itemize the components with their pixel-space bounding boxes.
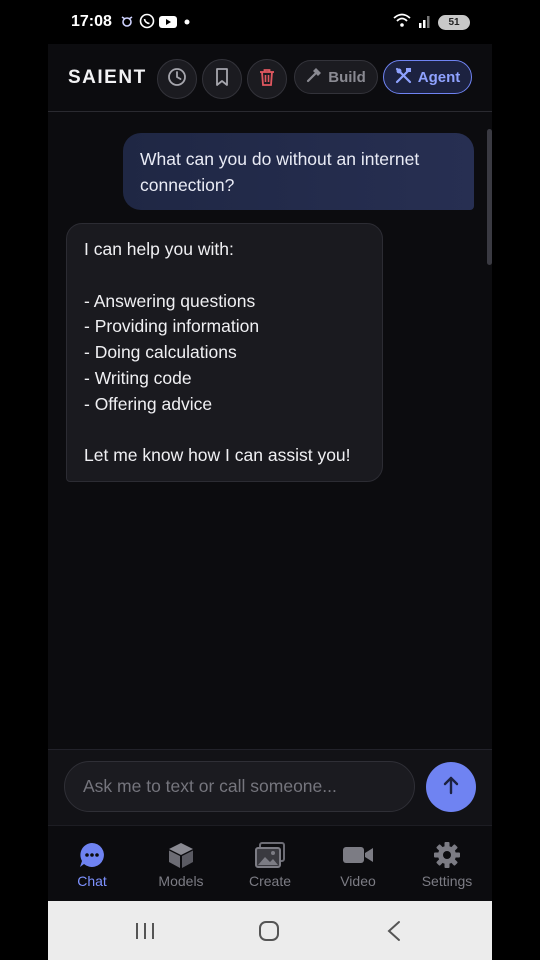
app-header: SAIENT Build Agent bbox=[48, 44, 492, 112]
tab-label: Video bbox=[340, 873, 376, 889]
message-line: I can help you with: bbox=[84, 239, 234, 259]
delete-chat-button[interactable] bbox=[247, 59, 287, 99]
bookmark-button[interactable] bbox=[202, 59, 242, 99]
chat-scrollbar[interactable] bbox=[487, 129, 492, 265]
arrow-up-icon bbox=[440, 774, 462, 801]
cube-icon bbox=[167, 840, 195, 870]
hammer-icon bbox=[306, 67, 322, 87]
video-icon bbox=[342, 840, 374, 870]
bookmark-icon bbox=[213, 67, 231, 92]
message-line: - Answering questions bbox=[84, 290, 256, 311]
home-button[interactable] bbox=[258, 919, 280, 943]
chat-icon bbox=[78, 840, 106, 870]
battery-level: 51 bbox=[448, 17, 460, 28]
agent-mode-button[interactable]: Agent bbox=[383, 60, 472, 94]
tab-chat[interactable]: Chat bbox=[52, 840, 132, 889]
system-icons: 51 bbox=[392, 12, 470, 33]
phone-screen: 17:08 51 SAIENT Build Agent What can you… bbox=[0, 0, 540, 960]
youtube-icon bbox=[159, 14, 177, 34]
system-navigation-bar bbox=[48, 901, 492, 960]
build-label: Build bbox=[328, 68, 366, 86]
status-time: 17:08 bbox=[71, 13, 112, 30]
tab-label: Chat bbox=[77, 873, 107, 889]
tab-models[interactable]: Models bbox=[141, 840, 221, 889]
send-button[interactable] bbox=[426, 762, 476, 812]
message-input[interactable]: Ask me to text or call someone... bbox=[64, 761, 415, 812]
message-line: - Providing information bbox=[84, 316, 260, 337]
whatsapp-icon bbox=[139, 13, 155, 34]
status-bar: 17:08 51 bbox=[0, 0, 540, 44]
message-line bbox=[84, 418, 365, 444]
notification-icons bbox=[119, 13, 193, 34]
dot-icon bbox=[181, 14, 193, 34]
history-button[interactable] bbox=[157, 59, 197, 99]
message-line: - Doing calculations bbox=[84, 342, 237, 363]
tab-label: Models bbox=[158, 873, 204, 889]
wifi-icon bbox=[392, 12, 412, 33]
message-line: - Writing code bbox=[84, 367, 192, 388]
message-input-placeholder: Ask me to text or call someone... bbox=[83, 776, 337, 796]
clock-icon bbox=[167, 67, 187, 92]
tab-label: Create bbox=[248, 873, 292, 889]
bottom-tab-bar: Chat Models Create Video Settings bbox=[48, 825, 492, 901]
tab-label: Settings bbox=[421, 873, 473, 889]
recent-apps-button[interactable] bbox=[134, 919, 156, 943]
signal-icon bbox=[418, 13, 432, 33]
tab-settings[interactable]: Settings bbox=[407, 840, 487, 889]
trash-icon bbox=[258, 67, 276, 92]
agent-label: Agent bbox=[417, 68, 461, 86]
app-window: SAIENT Build Agent What can you do witho… bbox=[48, 44, 492, 901]
message-line: connection? bbox=[140, 175, 235, 195]
back-button[interactable] bbox=[384, 919, 404, 943]
gear-icon bbox=[433, 840, 461, 870]
message-line: Let me know how I can assist you! bbox=[84, 445, 351, 466]
message-line: - Offering advice bbox=[84, 393, 213, 414]
battery-icon: 51 bbox=[438, 15, 470, 30]
message-line: What can you do without an internet bbox=[140, 149, 420, 169]
message-composer: Ask me to text or call someone... bbox=[48, 749, 492, 825]
chat-thread[interactable]: What can you do without an internet conn… bbox=[48, 113, 492, 749]
assistant-message: I can help you with: - Answering questio… bbox=[66, 223, 383, 482]
user-message: What can you do without an internet conn… bbox=[123, 133, 474, 210]
build-mode-button[interactable]: Build bbox=[294, 60, 378, 94]
tab-create[interactable]: Create bbox=[230, 840, 310, 889]
images-icon bbox=[254, 840, 286, 870]
app-brand: SAIENT bbox=[68, 67, 147, 88]
tools-icon bbox=[395, 67, 412, 88]
notification-icon bbox=[119, 13, 135, 34]
tab-video[interactable]: Video bbox=[318, 840, 398, 889]
message-line bbox=[84, 263, 365, 289]
